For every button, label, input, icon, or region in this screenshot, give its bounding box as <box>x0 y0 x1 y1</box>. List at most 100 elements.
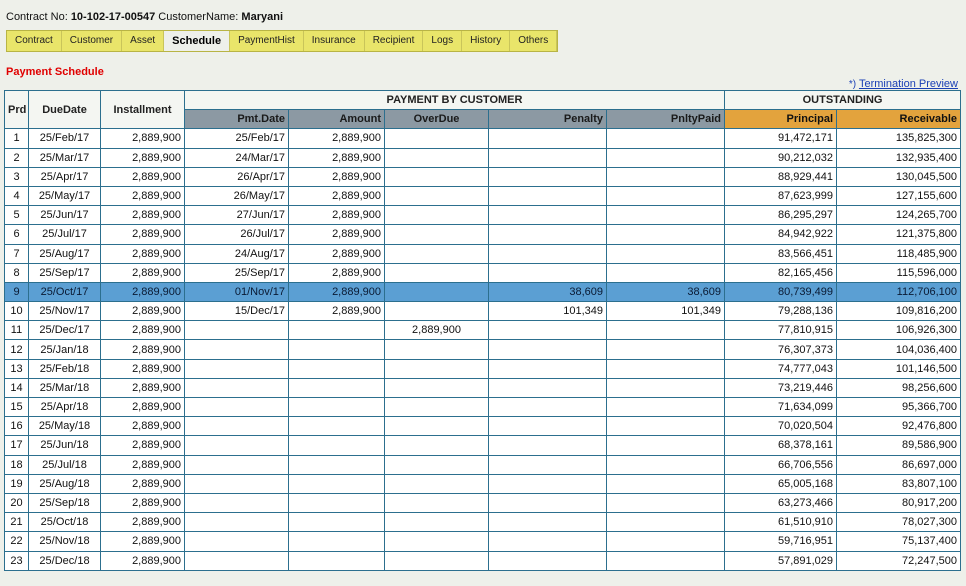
cell-installment: 2,889,900 <box>100 224 185 245</box>
cell-penalty <box>488 435 607 456</box>
table-row[interactable]: 6 25/Jul/17 2,889,900 26/Jul/17 2,889,900 84,… <box>4 224 962 245</box>
cell-amount <box>288 339 385 360</box>
table-row[interactable]: 21 25/Oct/18 2,889,900 61,510,910 78,027,300 <box>4 512 962 533</box>
table-row[interactable]: 11 25/Dec/17 2,889,900 2,889,900 77,810,915 1… <box>4 320 962 341</box>
cell-pmtdate: 25/Sep/17 <box>184 262 289 283</box>
tab-recipient[interactable]: Recipient <box>365 31 424 51</box>
table-row[interactable]: 13 25/Feb/18 2,889,900 74,777,043 101,146,50… <box>4 358 962 379</box>
cell-installment: 2,889,900 <box>100 358 185 379</box>
cell-penalty <box>488 166 607 187</box>
col-amount-header: Amount <box>288 109 385 130</box>
cell-penalty <box>488 512 607 533</box>
table-row[interactable]: 16 25/May/18 2,889,900 70,020,504 92,476,800 <box>4 416 962 437</box>
table-row[interactable]: 2 25/Mar/17 2,889,900 24/Mar/17 2,889,900 90,… <box>4 147 962 168</box>
customer-name-label: CustomerName: <box>158 11 239 23</box>
table-row[interactable]: 18 25/Jul/18 2,889,900 66,706,556 86,697,000 <box>4 454 962 475</box>
cell-overdue <box>384 185 489 207</box>
table-row[interactable]: 17 25/Jun/18 2,889,900 68,378,161 89,586,900 <box>4 435 962 456</box>
tab-schedule[interactable]: Schedule <box>164 31 231 51</box>
contract-header: Contract No: 10-102-17-00547 CustomerNam… <box>6 11 283 23</box>
cell-prd: 21 <box>4 512 29 533</box>
table-row[interactable]: 10 25/Nov/17 2,889,900 15/Dec/17 2,889,900 10… <box>4 301 962 322</box>
table-row[interactable]: 15 25/Apr/18 2,889,900 71,634,099 95,366,700 <box>4 396 962 418</box>
termination-preview-link[interactable]: Termination Preview <box>859 78 958 90</box>
cell-pnltypaid: 101,349 <box>605 301 726 322</box>
cell-installment: 2,889,900 <box>100 301 185 322</box>
cell-pmtdate: 27/Jun/17 <box>184 205 289 226</box>
cell-duedate: 25/Apr/17 <box>28 166 101 187</box>
table-row[interactable]: 8 25/Sep/17 2,889,900 25/Sep/17 2,889,900 82,… <box>4 262 962 283</box>
cell-prd: 17 <box>4 435 29 456</box>
cell-principal: 68,378,161 <box>724 435 838 456</box>
tab-asset[interactable]: Asset <box>122 31 165 51</box>
cell-principal: 91,472,171 <box>724 128 838 149</box>
cell-duedate: 25/Apr/18 <box>28 396 101 418</box>
asterisk-marker: *) <box>848 79 857 90</box>
table-row[interactable]: 7 25/Aug/17 2,889,900 24/Aug/17 2,889,900 83,… <box>4 243 962 264</box>
cell-penalty <box>488 358 607 379</box>
tab-bar: Contract Customer Asset Schedule PaymentHist… <box>6 30 559 52</box>
cell-duedate: 25/Mar/17 <box>28 147 101 168</box>
cell-amount: 2,889,900 <box>288 281 385 303</box>
table-row[interactable]: 5 25/Jun/17 2,889,900 27/Jun/17 2,889,900 86,… <box>4 205 962 226</box>
table-row[interactable]: 23 25/Dec/18 2,889,900 57,891,029 72,247,500 <box>4 550 962 571</box>
cell-installment: 2,889,900 <box>100 492 185 514</box>
cell-penalty <box>488 128 607 149</box>
cell-installment: 2,889,900 <box>100 243 185 264</box>
cell-overdue <box>384 166 489 187</box>
cell-amount: 2,889,900 <box>288 243 385 264</box>
cell-pnltypaid <box>605 243 726 264</box>
cell-installment: 2,889,900 <box>100 205 185 226</box>
cell-principal: 71,634,099 <box>724 396 838 418</box>
table-row[interactable]: 19 25/Aug/18 2,889,900 65,005,168 83,807,100 <box>4 473 962 494</box>
cell-penalty <box>488 550 607 571</box>
cell-overdue <box>384 339 489 360</box>
cell-amount <box>288 492 385 514</box>
tab-others[interactable]: Others <box>510 31 558 51</box>
cell-pmtdate: 26/Apr/17 <box>184 166 289 187</box>
table-row[interactable]: 1 25/Feb/17 2,889,900 25/Feb/17 2,889,900 91,… <box>4 128 962 149</box>
tab-customer[interactable]: Customer <box>62 31 123 51</box>
cell-duedate: 25/Jul/18 <box>28 454 101 475</box>
cell-pnltypaid <box>605 185 726 207</box>
cell-installment: 2,889,900 <box>100 147 185 168</box>
contract-no-value: 10-102-17-00547 <box>70 11 156 23</box>
cell-principal: 77,810,915 <box>724 320 838 341</box>
table-row[interactable]: 20 25/Sep/18 2,889,900 63,273,466 80,917,200 <box>4 492 962 514</box>
cell-principal: 76,307,373 <box>724 339 838 360</box>
cell-amount: 2,889,900 <box>288 147 385 168</box>
cell-penalty: 101,349 <box>488 301 607 322</box>
cell-overdue <box>384 492 489 514</box>
table-row[interactable]: 3 25/Apr/17 2,889,900 26/Apr/17 2,889,900 88,… <box>4 166 962 187</box>
cell-installment: 2,889,900 <box>100 166 185 187</box>
cell-receivable: 75,137,400 <box>836 531 962 552</box>
cell-duedate: 25/Sep/17 <box>28 262 101 283</box>
col-principal-header: Principal <box>724 109 838 130</box>
cell-overdue <box>384 512 489 533</box>
cell-amount: 2,889,900 <box>288 262 385 283</box>
tab-contract[interactable]: Contract <box>7 31 62 51</box>
table-row[interactable]: 4 25/May/17 2,889,900 26/May/17 2,889,900 87,… <box>4 185 962 207</box>
table-row[interactable]: 12 25/Jan/18 2,889,900 76,307,373 104,036,40… <box>4 339 962 360</box>
cell-principal: 59,716,951 <box>724 531 838 552</box>
cell-pnltypaid <box>605 531 726 552</box>
cell-pnltypaid <box>605 262 726 283</box>
cell-receivable: 121,375,800 <box>836 224 962 245</box>
cell-prd: 18 <box>4 454 29 475</box>
table-row[interactable]: 9 25/Oct/17 2,889,900 01/Nov/17 2,889,900 38,… <box>4 281 962 303</box>
cell-pnltypaid <box>605 358 726 379</box>
cell-prd: 8 <box>4 262 29 283</box>
cell-amount <box>288 396 385 418</box>
cell-pmtdate: 26/Jul/17 <box>184 224 289 245</box>
cell-penalty <box>488 416 607 437</box>
col-penalty-header: Penalty <box>488 109 607 130</box>
cell-receivable: 95,366,700 <box>836 396 962 418</box>
tab-insurance[interactable]: Insurance <box>304 31 365 51</box>
tab-history[interactable]: History <box>462 31 511 51</box>
tab-logs[interactable]: Logs <box>423 31 463 51</box>
tab-paymenthist[interactable]: PaymentHist <box>230 31 304 51</box>
table-row[interactable]: 14 25/Mar/18 2,889,900 73,219,446 98,256,600 <box>4 377 962 399</box>
cell-amount <box>288 512 385 533</box>
table-row[interactable]: 22 25/Nov/18 2,889,900 59,716,951 75,137,400 <box>4 531 962 552</box>
cell-penalty <box>488 377 607 399</box>
